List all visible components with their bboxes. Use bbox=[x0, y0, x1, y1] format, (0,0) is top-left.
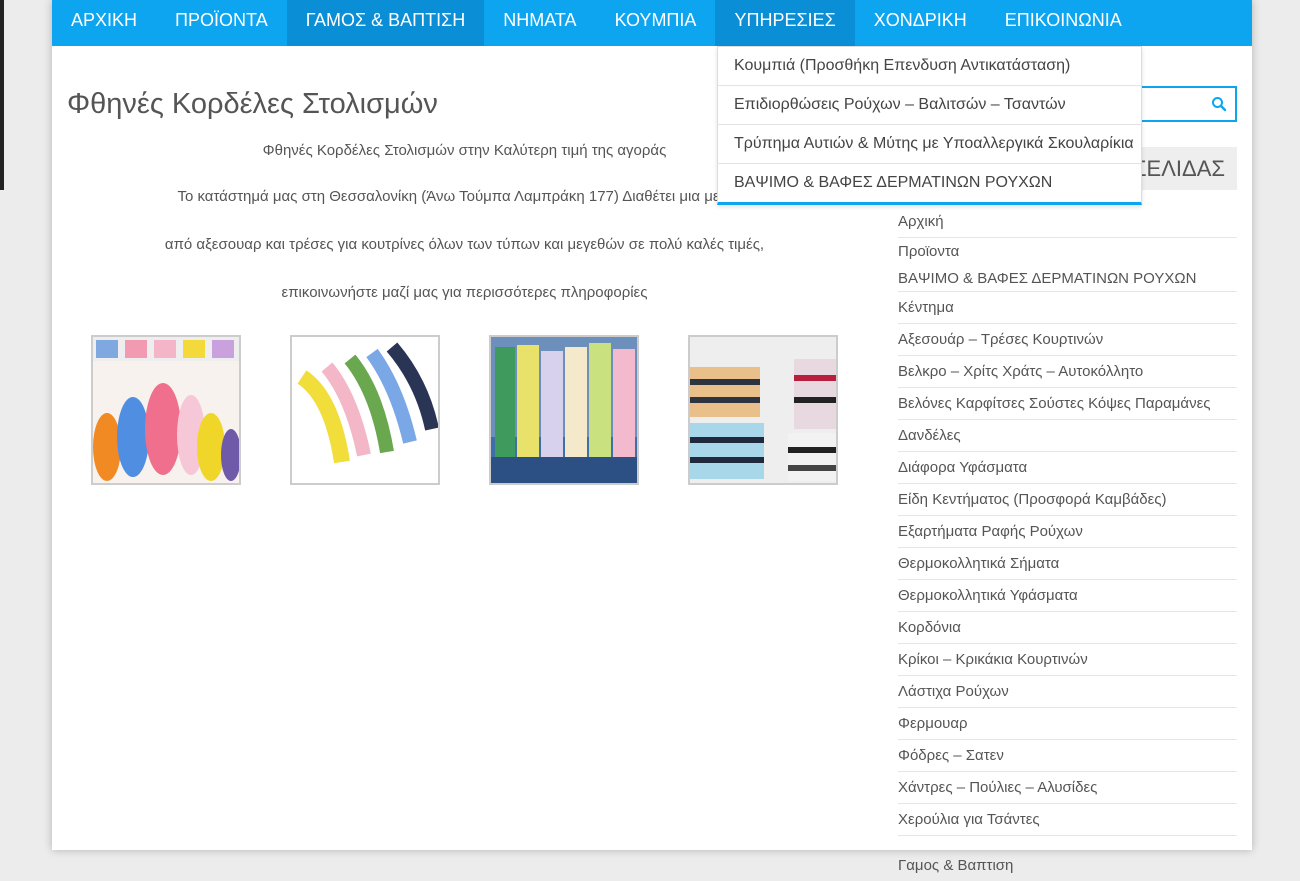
nav-item-wedding-baptism[interactable]: ΓΑΜΟΣ & ΒΑΠΤΙΣΗ bbox=[286, 0, 485, 46]
nav-item-threads[interactable]: ΝΗΜΑΤΑ bbox=[484, 0, 595, 46]
sidebar-item-curtain-rings[interactable]: Κρίκοι – Κρικάκια Κουρτινών bbox=[898, 644, 1237, 676]
dropdown-item-leather-dyeing[interactable]: ΒΑΨΙΜΟ & ΒΑΦΕΣ ΔΕΡΜΑΤΙΝΩΝ ΡΟΥΧΩΝ bbox=[718, 164, 1141, 202]
sidebar-widget-title: ΚΑΤΗΓΟΡΙΕΣ ΣΕΛΙΔΑΣ bbox=[1140, 147, 1237, 190]
main-nav: ΑΡΧΙΚΗ ΠΡΟΪΟΝΤΑ ΓΑΜΟΣ & ΒΑΠΤΙΣΗ ΝΗΜΑΤΑ Κ… bbox=[52, 0, 1252, 46]
page-container: ΑΡΧΙΚΗ ΠΡΟΪΟΝΤΑ ΓΑΜΟΣ & ΒΑΠΤΙΣΗ ΝΗΜΑΤΑ Κ… bbox=[52, 0, 1252, 874]
page-title: Φθηνές Κορδέλες Στολισμών bbox=[67, 88, 438, 120]
nav-item-buttons[interactable]: ΚΟΥΜΠΙΑ bbox=[596, 0, 716, 46]
sidebar-item-products[interactable]: Προϊοντα bbox=[898, 238, 1237, 266]
sidebar-item-bag-handles[interactable]: Χερούλια για Τσάντες bbox=[898, 804, 1237, 836]
nav-item-home[interactable]: ΑΡΧΙΚΗ bbox=[52, 0, 156, 46]
dropdown-item-repairs[interactable]: Επιδιορθώσεις Ρούχων – Βαλιτσών – Τσαντώ… bbox=[718, 86, 1141, 125]
sidebar-item-iron-on-fabrics[interactable]: Θερμοκολλητικά Υφάσματα bbox=[898, 580, 1237, 612]
nav-item-contact[interactable]: ΕΠΙΚΟΙΝΩΝΙΑ bbox=[986, 0, 1141, 46]
sidebar-item-laces[interactable]: Δανδέλες bbox=[898, 420, 1237, 452]
ribbon-gingham-thumbnail[interactable] bbox=[91, 335, 241, 485]
sidebar-item-home[interactable]: Αρχική bbox=[898, 206, 1237, 238]
content-paragraph: από αξεσουαρ και τρέσες για κουτρίνες όλ… bbox=[164, 236, 765, 253]
ribbon-spools-thumbnail[interactable] bbox=[489, 335, 639, 485]
sidebar-category-list: Αρχική Προϊοντα ΒΑΨΙΜΟ & ΒΑΦΕΣ ΔΕΡΜΑΤΙΝΩ… bbox=[898, 206, 1237, 881]
content-paragraph: επικοινωνήστε μαζί μας για περισσότερες … bbox=[281, 284, 648, 301]
sidebar-item-sewing-parts[interactable]: Εξαρτήματα Ραφής Ρούχων bbox=[898, 516, 1237, 548]
sidebar-item-leather-dyeing[interactable]: ΒΑΨΙΜΟ & ΒΑΦΕΣ ΔΕΡΜΑΤΙΝΩΝ ΡΟΥΧΩΝ bbox=[898, 266, 1237, 292]
sidebar-item-velcro[interactable]: Βελκρο – Χρίτς Χράτς – Αυτοκόλλητο bbox=[898, 356, 1237, 388]
sidebar-item-beads[interactable]: Χάντρες – Πούλιες – Αλυσίδες bbox=[898, 772, 1237, 804]
sidebar-item-iron-on-patches[interactable]: Θερμοκολλητικά Σήματα bbox=[898, 548, 1237, 580]
sidebar-item-embroidery[interactable]: Κέντημα bbox=[898, 292, 1237, 324]
dropdown-item-ear-piercing[interactable]: Τρύπημα Αυτιών & Μύτης με Υποαλλεργικά Σ… bbox=[718, 125, 1141, 164]
ribbon-stitch-thumbnail[interactable] bbox=[290, 335, 440, 485]
sidebar-item-embroidery-supplies[interactable]: Είδη Κεντήματος (Προσφορά Καμβάδες) bbox=[898, 484, 1237, 516]
dropdown-item-buttons-service[interactable]: Κουμπιά (Προσθήκη Επενδυση Αντικατάσταση… bbox=[718, 47, 1141, 86]
sidebar-item-wedding-baptism[interactable]: Γαμος & Βαπτιση bbox=[898, 850, 1237, 881]
sidebar-item-fabrics[interactable]: Διάφορα Υφάσματα bbox=[898, 452, 1237, 484]
sidebar-item-cords[interactable]: Κορδόνια bbox=[898, 612, 1237, 644]
sidebar-item-needles-pins[interactable]: Βελόνες Καρφίτσες Σούστες Κόψες Παραμάνε… bbox=[898, 388, 1237, 420]
ribbon-tartan-thumbnail[interactable] bbox=[688, 335, 838, 485]
nav-item-wholesale[interactable]: ΧΟΝΔΡΙΚΗ bbox=[855, 0, 986, 46]
sidebar-item-linings[interactable]: Φόδρες – Σατεν bbox=[898, 740, 1237, 772]
sidebar-item-zippers[interactable]: Φερμουαρ bbox=[898, 708, 1237, 740]
search-icon[interactable] bbox=[1211, 96, 1227, 112]
services-dropdown-menu: Κουμπιά (Προσθήκη Επενδυση Αντικατάσταση… bbox=[717, 46, 1142, 205]
sidebar-item-curtain-accessories[interactable]: Αξεσουάρ – Τρέσες Κουρτινών bbox=[898, 324, 1237, 356]
browser-edge bbox=[0, 0, 4, 190]
nav-item-products[interactable]: ΠΡΟΪΟΝΤΑ bbox=[156, 0, 287, 46]
sidebar-item-elastics[interactable]: Λάστιχα Ρούχων bbox=[898, 676, 1237, 708]
search-input[interactable] bbox=[1142, 86, 1237, 122]
nav-item-services[interactable]: ΥΠΗΡΕΣΙΕΣ bbox=[715, 0, 855, 46]
